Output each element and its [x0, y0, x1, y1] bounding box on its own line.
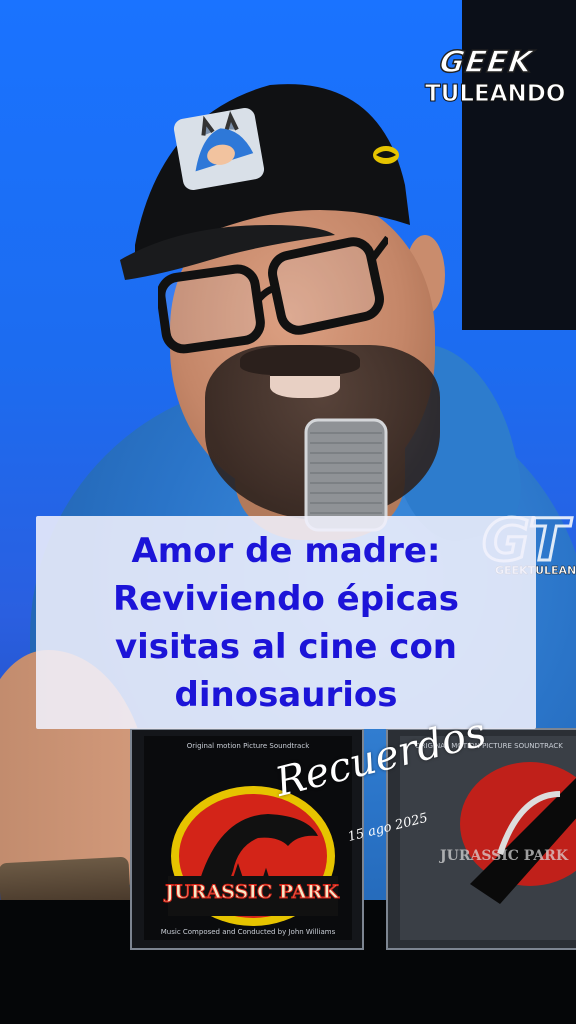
- caption-line: Reviviendo épicas: [112, 578, 460, 619]
- cd2-logo-text: JURASSIC PARK: [440, 848, 568, 864]
- video-frame: Original motion Picture Soundtrack JURAS…: [0, 0, 576, 1024]
- caption-title: Amor de madre: Reviviendo épicas visitas…: [51, 527, 521, 719]
- cd-logo-text: JURASSIC PARK: [165, 881, 340, 904]
- cd-bottom-text: Music Composed and Conducted by John Wil…: [160, 928, 336, 936]
- caption-box: Amor de madre: Reviviendo épicas visitas…: [36, 516, 536, 729]
- caption-line: dinosaurios: [174, 674, 398, 715]
- baseball-cap: [120, 84, 410, 280]
- jurassic-park-logo-icon: [168, 786, 338, 926]
- caption-line: visitas al cine con: [114, 626, 458, 667]
- logo-line-2: TULEANDO: [424, 81, 566, 108]
- mouth: [270, 370, 340, 398]
- caption-line: Amor de madre:: [131, 530, 441, 571]
- geektuleando-logo: GEEK TULEANDO: [424, 44, 565, 117]
- logo-line-1: GEEK: [437, 44, 536, 81]
- jurassic-park-logo-2-icon: [460, 762, 576, 904]
